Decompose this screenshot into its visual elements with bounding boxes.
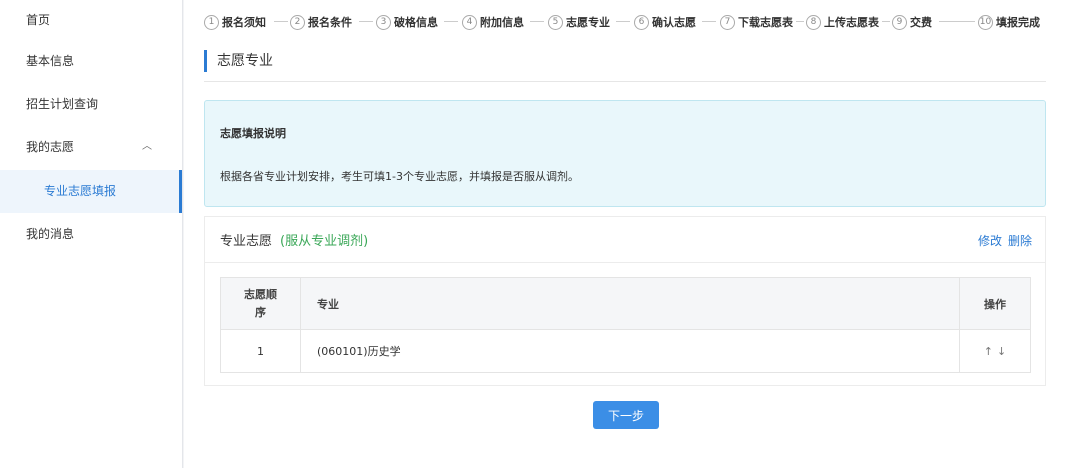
- step-number: 9: [892, 14, 907, 30]
- sidebar-item-label: 我的志愿: [26, 140, 75, 154]
- step-divider: [616, 21, 630, 22]
- edit-link[interactable]: 修改: [978, 234, 1002, 248]
- step-number: 6: [634, 14, 649, 30]
- column-header-major: 专业: [300, 277, 960, 330]
- table-header-row: 志愿顺序 专业 操作: [220, 277, 1031, 330]
- move-down-icon[interactable]: ↓: [997, 345, 1006, 358]
- sidebar: 首页 基本信息 招生计划查询 我的志愿 ︿ 专业志愿填报 我的消息: [0, 0, 183, 468]
- column-header-text: 志愿顺序: [244, 287, 277, 319]
- step-7: 7 下载志愿表: [720, 11, 793, 33]
- actions-cell: ↑ ↓: [959, 329, 1031, 373]
- next-step-button[interactable]: 下一步: [593, 401, 659, 429]
- step-label: 确认志愿: [652, 16, 696, 29]
- main-content: 1 报名须知 2 报名条件 3 破格信息 4 附加信息 5 志愿专业 6 确认志愿 7 下载志…: [184, 0, 1080, 468]
- step-label: 填报完成: [996, 16, 1040, 29]
- wish-table: 志愿顺序 专业 操作 1 (060101)历史学 ↑ ↓: [220, 277, 1031, 373]
- step-label: 附加信息: [480, 16, 524, 29]
- sidebar-item-basic-info[interactable]: 基本信息: [0, 41, 182, 81]
- notice-box: 志愿填报说明 根据各省专业计划安排，考生可填1-3个专业志愿，并填报是否服从调剂…: [204, 100, 1046, 207]
- major-cell: (060101)历史学: [300, 329, 960, 373]
- table-row: 1 (060101)历史学 ↑ ↓: [220, 329, 1031, 373]
- sidebar-item-my-messages[interactable]: 我的消息: [0, 214, 182, 254]
- step-divider: [274, 21, 288, 22]
- step-4: 4 附加信息: [462, 11, 524, 33]
- step-divider: [939, 21, 975, 22]
- card-title: 专业志愿 (服从专业调剂): [220, 230, 368, 249]
- page-title: 志愿专业: [204, 50, 273, 72]
- move-up-icon[interactable]: ↑: [984, 345, 993, 358]
- step-6: 6 确认志愿: [634, 11, 696, 33]
- step-divider: [796, 21, 804, 22]
- step-2: 2 报名条件: [290, 11, 352, 33]
- divider: [204, 81, 1046, 82]
- order-cell: 1: [220, 329, 301, 373]
- adjustment-status: (服从专业调剂): [280, 234, 369, 249]
- step-number: 3: [376, 14, 391, 30]
- notice-text: 根据各省专业计划安排，考生可填1-3个专业志愿，并填报是否服从调剂。: [220, 170, 579, 183]
- step-number: 7: [720, 14, 735, 30]
- step-number: 5: [548, 14, 563, 30]
- delete-link[interactable]: 删除: [1008, 234, 1032, 248]
- step-9: 9 交费: [892, 11, 932, 33]
- step-divider: [359, 21, 373, 22]
- sidebar-item-label: 我的消息: [26, 227, 75, 241]
- step-label: 报名须知: [222, 16, 266, 29]
- step-divider: [530, 21, 544, 22]
- major-wish-card: 专业志愿 (服从专业调剂) 修改 删除 志愿顺序 专业 操作 1 (060101)历…: [204, 216, 1046, 386]
- card-title-text: 专业志愿: [220, 234, 273, 249]
- notice-title: 志愿填报说明: [220, 127, 286, 140]
- sidebar-item-home[interactable]: 首页: [0, 0, 182, 40]
- card-header: 专业志愿 (服从专业调剂) 修改 删除: [205, 217, 1045, 263]
- sidebar-item-label: 首页: [26, 13, 51, 27]
- step-label: 下载志愿表: [738, 16, 793, 29]
- step-number: 4: [462, 14, 477, 30]
- step-10: 10 填报完成: [978, 11, 1040, 33]
- step-label: 交费: [910, 16, 932, 29]
- sidebar-item-label: 基本信息: [26, 54, 75, 68]
- sidebar-item-label: 专业志愿填报: [44, 184, 117, 198]
- sidebar-item-major-wish-fill[interactable]: 专业志愿填报: [0, 170, 182, 213]
- column-header-actions: 操作: [959, 277, 1031, 330]
- step-label: 破格信息: [394, 16, 438, 29]
- step-label: 志愿专业: [566, 16, 610, 29]
- chevron-up-icon: ︿: [142, 141, 152, 152]
- step-divider: [444, 21, 458, 22]
- step-number: 10: [978, 14, 993, 30]
- column-header-order: 志愿顺序: [220, 277, 301, 330]
- step-8: 8 上传志愿表: [806, 11, 879, 33]
- sidebar-item-my-wishes[interactable]: 我的志愿 ︿: [0, 127, 182, 167]
- step-1: 1 报名须知: [204, 11, 266, 33]
- step-divider: [882, 21, 890, 22]
- sidebar-item-label: 招生计划查询: [26, 97, 99, 111]
- sidebar-item-plan-query[interactable]: 招生计划查询: [0, 84, 182, 124]
- step-5: 5 志愿专业: [548, 11, 610, 33]
- step-3: 3 破格信息: [376, 11, 438, 33]
- card-actions: 修改 删除: [972, 232, 1032, 249]
- progress-steps: 1 报名须知 2 报名条件 3 破格信息 4 附加信息 5 志愿专业 6 确认志愿 7 下载志…: [204, 11, 1054, 33]
- step-label: 报名条件: [308, 16, 352, 29]
- step-number: 1: [204, 14, 219, 30]
- step-divider: [702, 21, 716, 22]
- step-number: 2: [290, 14, 305, 30]
- step-label: 上传志愿表: [824, 16, 879, 29]
- step-number: 8: [806, 14, 821, 30]
